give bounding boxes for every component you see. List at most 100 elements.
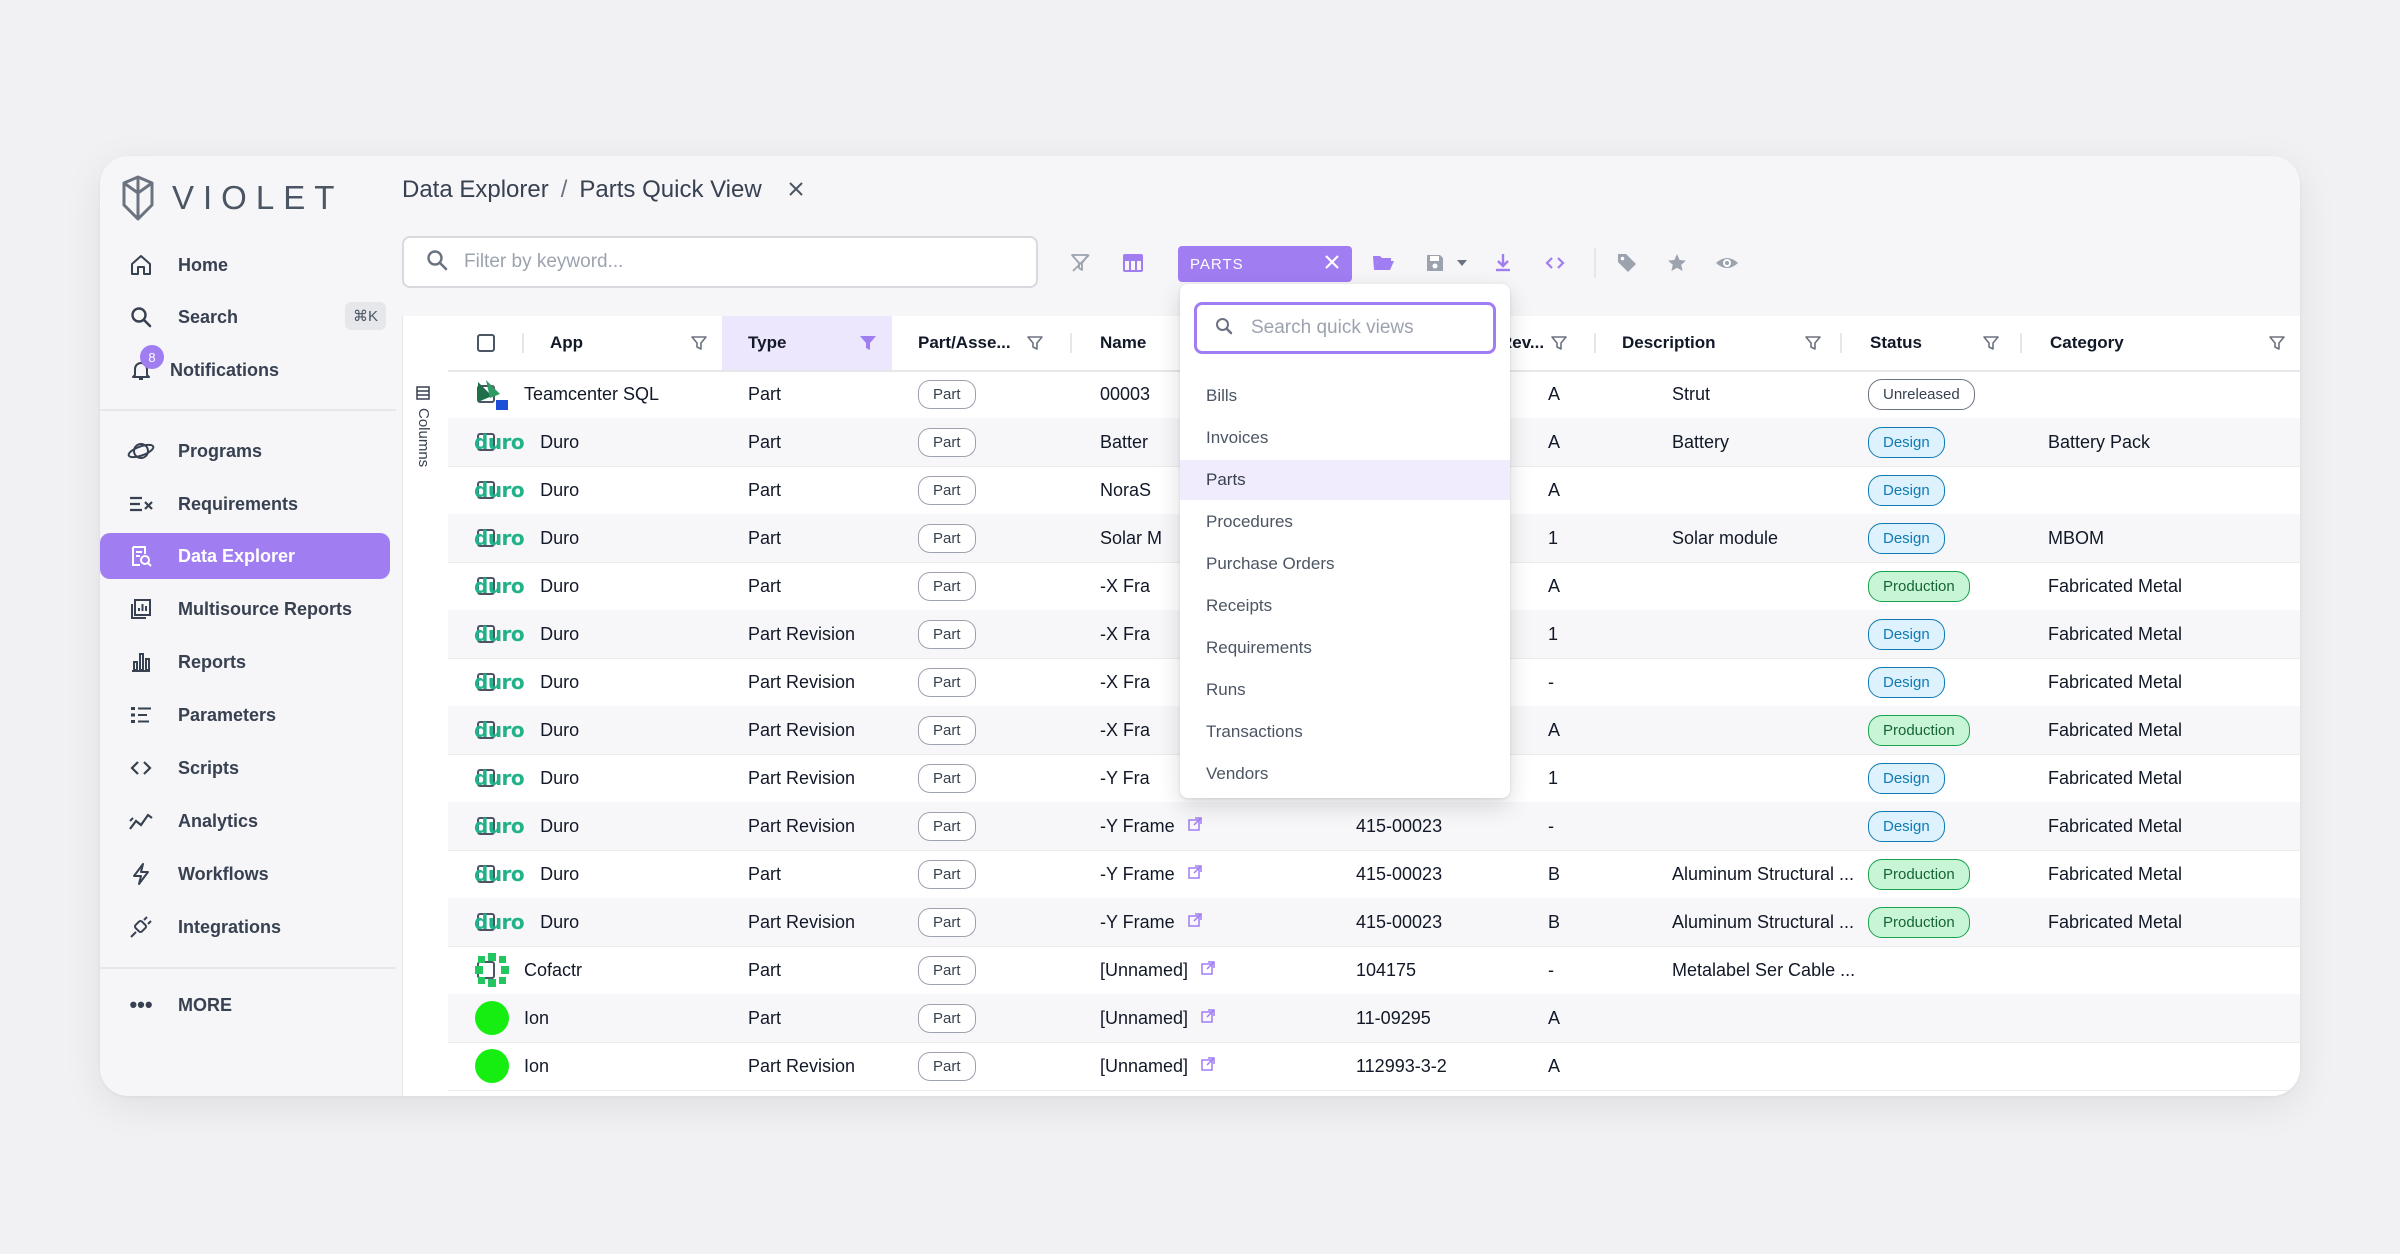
category-cell: Fabricated Metal (2048, 767, 2183, 788)
revision-cell: - (1548, 815, 1554, 836)
code-icon[interactable] (1538, 246, 1572, 280)
quick-view-option[interactable]: Runs (1180, 670, 1510, 710)
sidebar-item-home[interactable]: Home (100, 242, 390, 288)
clear-filter-icon[interactable] (1064, 246, 1098, 280)
sidebar-item-multisource-reports[interactable]: Multisource Reports (100, 586, 390, 632)
sidebar-item-integrations[interactable]: Integrations (100, 904, 390, 950)
quick-view-option[interactable]: Invoices (1180, 418, 1510, 458)
duro-logo-icon: duro (474, 766, 525, 790)
quick-view-option[interactable]: Requirements (1180, 628, 1510, 668)
quick-view-option[interactable]: Bills (1180, 376, 1510, 416)
sidebar-item-label: Notifications (170, 359, 280, 380)
number-cell: 11-09295 (1356, 1007, 1431, 1028)
external-link-icon[interactable] (1200, 960, 1216, 981)
name-link[interactable]: [Unnamed] (1100, 1056, 1188, 1077)
name-link[interactable]: [Unnamed] (1100, 1008, 1188, 1029)
table-view-icon[interactable] (1116, 246, 1150, 280)
folder-open-icon[interactable] (1366, 246, 1400, 280)
sidebar-item-parameters[interactable]: Parameters (100, 692, 390, 738)
name-link[interactable]: Batter (1100, 432, 1148, 453)
filter-icon[interactable] (1026, 334, 1044, 357)
sidebar-item-search[interactable]: Search ⌘K (100, 294, 390, 340)
external-link-icon[interactable] (1200, 1008, 1216, 1029)
download-icon[interactable] (1486, 246, 1520, 280)
table-row[interactable]: Ion Part Revision Part [Unnamed] 112993-3-2 A (448, 1042, 2300, 1091)
name-link[interactable]: -X Fra (1100, 720, 1150, 741)
filter-icon[interactable] (690, 334, 708, 357)
save-icon[interactable] (1418, 246, 1452, 280)
filter-icon[interactable] (2268, 334, 2286, 357)
keyword-filter[interactable] (402, 236, 1038, 288)
quick-view-option[interactable]: Transactions (1180, 712, 1510, 752)
quick-view-option[interactable]: Receipts (1180, 586, 1510, 626)
sidebar-item-analytics[interactable]: Analytics (100, 798, 390, 844)
sidebar-item-programs[interactable]: Programs (100, 428, 390, 474)
quick-view-option[interactable]: Parts (1180, 460, 1510, 500)
column-header-type[interactable]: Type (722, 316, 892, 370)
quick-view-search[interactable] (1194, 302, 1496, 354)
filter-icon[interactable] (1804, 334, 1822, 357)
close-icon[interactable] (1324, 254, 1340, 274)
sidebar-item-scripts[interactable]: Scripts (100, 745, 390, 791)
name-link[interactable]: Solar M (1100, 528, 1162, 549)
quick-view-option[interactable]: Purchase Orders (1180, 544, 1510, 584)
duro-logo-icon: duro (474, 574, 525, 598)
column-header-label: Name (1100, 333, 1147, 352)
table-row[interactable]: Cofactr Part Part [Unnamed] 104175 - Metalabel… (448, 946, 2300, 995)
description-cell: Aluminum Structural ... (1672, 863, 1855, 884)
app-cell: duro Duro (474, 610, 579, 658)
data-explorer-icon (126, 541, 156, 571)
sidebar-item-workflows[interactable]: Workflows (100, 851, 390, 897)
name-link[interactable]: 00003 (1100, 384, 1150, 405)
name-link[interactable]: -Y Frame (1100, 816, 1175, 837)
close-icon[interactable] (788, 176, 804, 204)
filter-icon[interactable] (1982, 334, 2000, 357)
columns-panel-toggle[interactable]: Columns (402, 316, 450, 1096)
sidebar-item-reports[interactable]: Reports (100, 639, 390, 685)
quick-view-option[interactable]: Procedures (1180, 502, 1510, 542)
columns-panel-label-wrap: Columns (415, 386, 432, 467)
table-row[interactable]: duro Duro Part Part -Y Frame 415-00023 B Alumin… (448, 850, 2300, 899)
sidebar-item-data-explorer[interactable]: Data Explorer (100, 533, 390, 579)
app-name: Duro (540, 575, 580, 596)
table-row[interactable]: duro Duro Part Revision Part -Y Frame 415-000… (448, 802, 2300, 851)
quick-view-search-input[interactable] (1249, 316, 1483, 340)
column-header-part-assembly[interactable]: Part/Asse... (892, 316, 1072, 370)
quick-view-select[interactable]: PARTS (1178, 246, 1352, 282)
quick-view-option[interactable]: Vendors (1180, 754, 1510, 794)
duro-logo-icon: duro (474, 862, 525, 886)
external-link-icon[interactable] (1200, 1056, 1216, 1077)
column-header-status[interactable]: Status (1842, 316, 2022, 370)
sidebar-item-notifications[interactable]: 8 Notifications (100, 345, 390, 393)
sidebar-item-more[interactable]: ••• MORE (100, 982, 390, 1028)
column-header-app[interactable]: App (524, 316, 722, 370)
name-link[interactable]: -X Fra (1100, 576, 1150, 597)
bell-icon: 8 (126, 345, 164, 385)
filter-icon[interactable] (1550, 334, 1568, 357)
breadcrumb-root[interactable]: Data Explorer (402, 176, 549, 204)
name-link[interactable]: -X Fra (1100, 624, 1150, 645)
name-link[interactable]: -Y Fra (1100, 768, 1150, 789)
select-all-checkbox[interactable] (477, 334, 495, 352)
filter-active-icon[interactable] (858, 334, 878, 357)
keyword-filter-input[interactable] (462, 250, 986, 274)
name-link[interactable]: -Y Frame (1100, 864, 1175, 885)
table-row[interactable]: Ion Part Part [Unnamed] 11-09295 A (448, 994, 2300, 1043)
eye-icon[interactable] (1710, 246, 1744, 280)
name-link[interactable]: [Unnamed] (1100, 960, 1188, 981)
tag-icon[interactable] (1610, 246, 1644, 280)
name-link[interactable]: NoraS (1100, 480, 1151, 501)
sidebar-item-requirements[interactable]: Requirements (100, 481, 390, 527)
column-header-description[interactable]: Description (1596, 316, 1842, 370)
external-link-icon[interactable] (1187, 864, 1203, 885)
name-link[interactable]: -X Fra (1100, 672, 1150, 693)
column-header-category[interactable]: Category (2022, 316, 2300, 370)
violet-logo[interactable]: VIOLET (118, 172, 343, 224)
chevron-down-icon[interactable] (1452, 246, 1472, 280)
type-cell: Part (748, 1007, 782, 1028)
table-row[interactable]: duro Duro Part Revision Part -Y Frame 415-000… (448, 898, 2300, 947)
external-link-icon[interactable] (1187, 912, 1203, 933)
external-link-icon[interactable] (1187, 816, 1203, 837)
name-link[interactable]: -Y Frame (1100, 912, 1175, 933)
star-icon[interactable] (1660, 246, 1694, 280)
